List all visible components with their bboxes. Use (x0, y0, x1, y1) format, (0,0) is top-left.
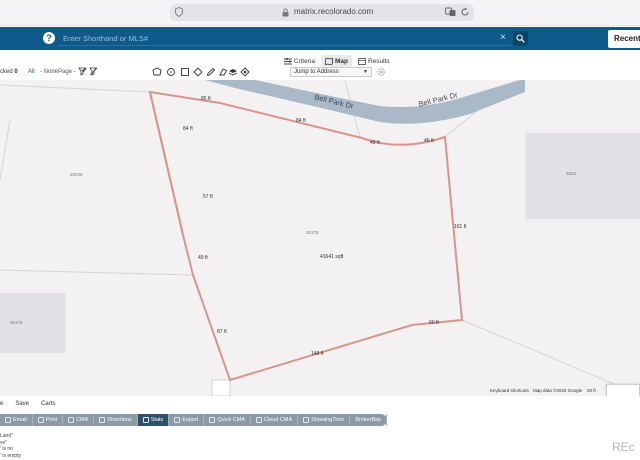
tab-results-label: Results (367, 57, 390, 65)
translate-icon[interactable] (445, 7, 456, 17)
radius-draw-icon[interactable] (166, 67, 176, 77)
reload-icon[interactable] (460, 7, 470, 17)
search-icon (516, 34, 525, 43)
bottom-panel: e Save Carts Email Print CMA Directions … (0, 396, 640, 460)
dimension-label: 46 ft (424, 138, 434, 144)
scale-label: 20 ft (587, 388, 596, 393)
cma-button[interactable]: CMA (63, 414, 95, 426)
export-icon (174, 417, 181, 423)
parcel-number: 26176 (10, 320, 23, 325)
lock-icon (282, 8, 289, 17)
app-header: ? × Recent S (0, 27, 640, 50)
view-tabs: Criteria Map Results (280, 55, 394, 67)
checked-count: cked 0 (0, 69, 18, 75)
dimension-label: 85 ft (201, 96, 211, 102)
export-button[interactable]: Export (169, 414, 205, 426)
action-bar: Email Print CMA Directions Stats Export … (0, 414, 387, 426)
parcel-number: 26178 (306, 230, 319, 235)
map-toolbar: cked 0 All - None - Page - Jump to Addre… (0, 67, 640, 79)
tab-map-label: Map (334, 57, 348, 65)
criteria-icon (284, 57, 292, 64)
email-button[interactable]: Email (0, 414, 33, 426)
subtab-item[interactable]: e (0, 401, 3, 407)
email-icon (5, 417, 11, 423)
map-data-attribution: Map data ©2025 Google (533, 388, 583, 393)
tab-criteria-label: Criteria (294, 57, 315, 65)
shorthand-search-input[interactable] (57, 31, 511, 46)
url-text: matrix.recolorado.com (294, 7, 374, 16)
search-button[interactable] (513, 31, 528, 46)
recent-searches-button[interactable]: Recent S (608, 30, 640, 48)
shield-icon (175, 7, 183, 17)
dimension-label: 60 ft (429, 320, 439, 326)
jump-to-address-select[interactable]: Jump to Address ▼ (290, 67, 372, 77)
showingtime-button[interactable]: ShowingTime (298, 414, 351, 426)
print-button[interactable]: Print (33, 414, 64, 426)
criteria-notes: Land" ve" ' is no ' is empty (0, 433, 21, 459)
subject-parcel-outline (148, 90, 464, 382)
quick-cma-button[interactable]: Quick CMA (204, 414, 252, 426)
map-settings-icon[interactable] (240, 67, 250, 77)
results-icon (358, 57, 366, 65)
keyboard-shortcuts-link[interactable]: Keyboard shortcuts (490, 388, 529, 393)
subtabs: e Save Carts (0, 401, 67, 407)
parcel-number: 20246 (70, 172, 83, 177)
polygon-draw-icon[interactable] (152, 67, 162, 77)
shape-draw-icon[interactable] (193, 67, 203, 77)
directions-icon (99, 417, 106, 423)
neighbor-parcel-5533 (525, 133, 640, 219)
quick-cma-icon (209, 417, 216, 423)
help-button[interactable]: ? (43, 32, 55, 44)
tab-results[interactable]: Results (354, 55, 394, 67)
note-line: ' is empty (0, 452, 21, 459)
layers-icon[interactable] (228, 67, 238, 77)
clear-search-icon[interactable]: × (500, 31, 506, 45)
road-bell-park-dr (205, 80, 525, 124)
browser-chrome: matrix.recolorado.com (0, 0, 640, 26)
dimension-label: 148 ft (311, 351, 324, 357)
select-all-link[interactable]: All (28, 69, 35, 75)
map-view[interactable]: Bell Park Dr Bell Park Dr 20246 26178 26… (0, 80, 640, 396)
tab-map[interactable]: Map (320, 55, 352, 67)
dimension-label: 57 ft (203, 194, 213, 200)
cloud-cma-button[interactable]: Cloud CMA (251, 414, 299, 426)
parcel-map (0, 80, 640, 396)
rectangle-draw-icon[interactable] (180, 67, 190, 77)
brand-watermark: REc (612, 440, 635, 454)
dimension-label: 49 ft (370, 140, 380, 146)
chevron-down-icon: ▼ (363, 69, 368, 75)
cloud-icon (256, 417, 263, 423)
calendar-icon (303, 417, 310, 423)
check-filter-icon[interactable] (78, 67, 87, 76)
dimension-label: 87 ft (217, 329, 227, 335)
dimension-label: 161 ft (454, 224, 467, 230)
select-page-link[interactable]: Page - (58, 69, 76, 75)
subtab-save[interactable]: Save (15, 401, 29, 407)
stats-button[interactable]: Stats (137, 414, 170, 426)
directions-button[interactable]: Directions (94, 414, 138, 426)
eraser-icon[interactable] (218, 67, 228, 77)
gear-icon[interactable] (376, 67, 386, 77)
dimension-label: 84 ft (183, 126, 193, 132)
print-icon (37, 417, 44, 423)
parcel-number: 5533 (566, 171, 577, 176)
brokerbay-button[interactable]: BrokerBay (350, 414, 387, 426)
subtab-carts[interactable]: Carts (41, 401, 55, 407)
cma-icon (68, 417, 75, 423)
stats-icon (142, 417, 149, 423)
dimension-label: 84 ft (296, 118, 306, 124)
address-bar[interactable]: matrix.recolorado.com (170, 4, 474, 21)
tab-criteria[interactable]: Criteria (280, 55, 319, 67)
neighbor-parcel-bottom (211, 379, 231, 396)
uncheck-filter-icon[interactable] (89, 67, 98, 76)
dimension-label: 49 ft (198, 255, 208, 261)
area-label: 41641 sqft (320, 254, 344, 260)
map-icon (325, 57, 333, 65)
pencil-icon[interactable] (206, 67, 216, 77)
